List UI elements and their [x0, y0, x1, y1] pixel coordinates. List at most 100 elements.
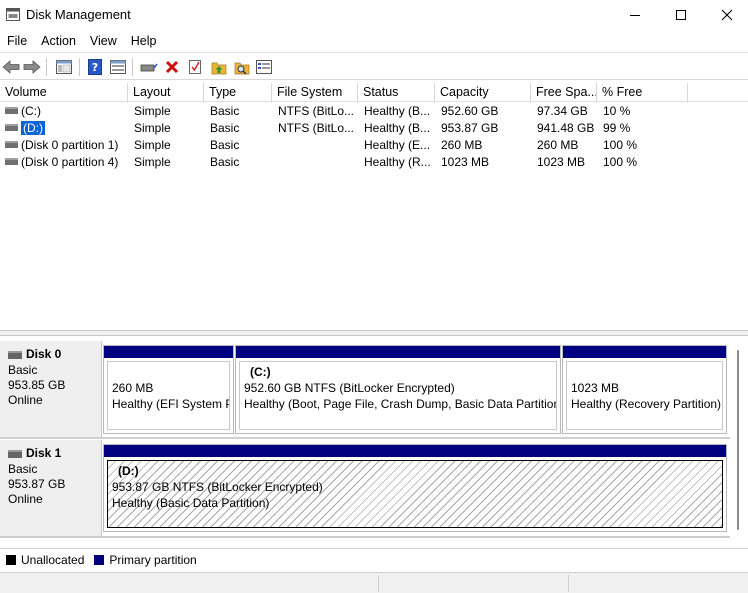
volume-cell: (C:) — [0, 103, 128, 120]
scrollbar-thumb[interactable] — [737, 350, 739, 530]
volume-name: (Disk 0 partition 1) — [21, 138, 119, 152]
partition-type-bar — [236, 346, 560, 358]
legend-item-primary: Primary partition — [94, 553, 197, 567]
column-header-capacity[interactable]: Capacity — [435, 83, 531, 102]
check-icon — [189, 60, 201, 74]
partition-efi[interactable]: 260 MB Healthy (EFI System Pa — [103, 345, 234, 434]
table-row[interactable]: (D:) Simple Basic NTFS (BitLo... Healthy… — [0, 120, 748, 137]
status-cell: Healthy (B... — [364, 121, 431, 135]
volume-icon — [5, 107, 18, 115]
properties-button[interactable] — [108, 57, 128, 77]
toolbar-separator — [132, 58, 133, 76]
table-row[interactable]: (C:) Simple Basic NTFS (BitLo... Healthy… — [0, 103, 748, 120]
partition-body: 260 MB Healthy (EFI System Pa — [107, 361, 230, 430]
table-row[interactable]: (Disk 0 partition 4) Simple Basic Health… — [0, 154, 748, 171]
back-button[interactable] — [1, 57, 21, 77]
disk-size: 953.87 GB — [8, 477, 66, 491]
forward-button[interactable] — [22, 57, 42, 77]
back-arrow-icon — [2, 60, 20, 74]
disk-name-row: Disk 0 — [8, 347, 101, 362]
menu-action[interactable]: Action — [34, 31, 83, 51]
list-header: Volume Layout Type File System Status Ca… — [0, 83, 748, 102]
volume-name: (C:) — [21, 104, 41, 118]
check-disk-button[interactable] — [185, 57, 205, 77]
toolbar-separator — [46, 58, 47, 76]
disk-0-label[interactable]: Disk 0 Basic 953.85 GB Online — [0, 341, 102, 437]
details-button[interactable] — [254, 57, 274, 77]
graphical-view-scrollbar[interactable] — [735, 348, 741, 538]
window-title: Disk Management — [26, 7, 131, 22]
disk-state: Online — [8, 492, 43, 506]
close-icon — [721, 9, 733, 21]
console-tree-icon — [56, 60, 72, 74]
disk-icon — [8, 350, 22, 359]
capacity-cell: 953.87 GB — [441, 121, 499, 135]
connect-drive-button[interactable] — [139, 57, 159, 77]
maximize-button[interactable] — [658, 0, 704, 30]
partition-type-bar — [563, 346, 726, 358]
volume-icon — [5, 124, 18, 132]
disk-kind: Basic — [8, 462, 38, 476]
console-tree-button[interactable] — [54, 57, 74, 77]
delete-icon — [165, 60, 179, 74]
disk-management-icon — [6, 8, 20, 21]
column-header-file-system[interactable]: File System — [272, 83, 358, 102]
partition-size: 260 MB — [112, 381, 154, 395]
capacity-cell: 1023 MB — [441, 155, 490, 169]
percent-free-cell: 100 % — [603, 155, 638, 169]
status-divider — [568, 575, 569, 592]
column-header-percent-free[interactable]: % Free — [597, 83, 688, 102]
folder-search-button[interactable] — [232, 57, 252, 77]
file-system-cell — [273, 137, 358, 154]
column-header-free-space[interactable]: Free Spa... — [531, 83, 597, 102]
partition-body-selected: (D:) 953.87 GB NTFS (BitLocker Encrypted… — [107, 460, 723, 528]
partition-c[interactable]: (C:) 952.60 GB NTFS (BitLocker Encrypted… — [235, 345, 561, 434]
status-cell: Healthy (B... — [364, 104, 431, 118]
folder-up-icon — [211, 62, 227, 75]
file-system-cell — [273, 154, 358, 171]
free-space-cell: 97.34 GB — [537, 104, 588, 118]
svg-text:?: ? — [92, 61, 98, 74]
title-bar: Disk Management — [0, 0, 748, 30]
disk-separator — [0, 536, 730, 538]
layout-cell: Simple — [134, 121, 171, 135]
minimize-button[interactable] — [612, 0, 658, 30]
menu-help[interactable]: Help — [124, 31, 164, 51]
partition-type-bar — [104, 445, 726, 457]
menu-view[interactable]: View — [83, 31, 124, 51]
volume-cell: (Disk 0 partition 4) — [0, 154, 128, 171]
connect-drive-icon — [140, 63, 158, 72]
delete-button[interactable] — [162, 57, 182, 77]
column-header-status[interactable]: Status — [358, 83, 435, 102]
partition-status: Healthy (EFI System Pa — [112, 397, 230, 411]
help-button[interactable]: ? — [85, 57, 105, 77]
column-header-volume[interactable]: Volume — [0, 83, 128, 102]
legend-swatch — [94, 554, 105, 565]
toolbar: ? — [0, 52, 748, 80]
partition-recovery[interactable]: 1023 MB Healthy (Recovery Partition) — [562, 345, 727, 434]
disk-name: Disk 1 — [26, 446, 62, 460]
folder-up-button[interactable] — [209, 57, 229, 77]
folder-search-icon — [234, 62, 250, 75]
percent-free-cell: 10 % — [603, 104, 631, 118]
column-header-type[interactable]: Type — [204, 83, 272, 102]
disk-icon — [8, 449, 22, 458]
partition-d[interactable]: (D:) 953.87 GB NTFS (BitLocker Encrypted… — [103, 444, 727, 532]
disk-1-label[interactable]: Disk 1 Basic 953.87 GB Online — [0, 440, 102, 536]
partition-type-bar — [104, 346, 233, 358]
disk-size: 953.85 GB — [8, 378, 66, 392]
partition-body: 1023 MB Healthy (Recovery Partition) — [566, 361, 723, 430]
capacity-cell: 260 MB — [441, 138, 483, 152]
column-header-layout[interactable]: Layout — [128, 83, 204, 102]
volume-icon — [5, 158, 18, 166]
help-icon: ? — [88, 59, 102, 75]
status-cell: Healthy (R... — [364, 155, 431, 169]
type-cell: Basic — [210, 121, 240, 135]
table-row[interactable]: (Disk 0 partition 1) Simple Basic Health… — [0, 137, 748, 154]
partition-size: 952.60 GB NTFS (BitLocker Encrypted) — [244, 381, 455, 395]
layout-cell: Simple — [134, 155, 171, 169]
partition-name: (D:) — [118, 464, 139, 478]
partition-name: (C:) — [250, 365, 271, 379]
menu-file[interactable]: File — [0, 31, 34, 51]
close-button[interactable] — [704, 0, 748, 30]
